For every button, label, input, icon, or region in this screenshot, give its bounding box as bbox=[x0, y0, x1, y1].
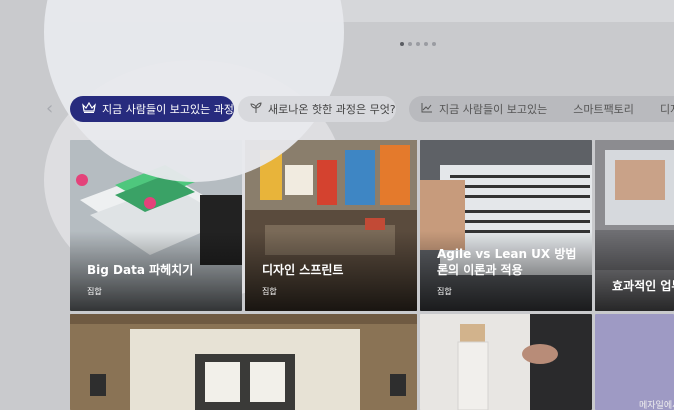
course-card-desk[interactable] bbox=[420, 314, 592, 410]
crown-icon bbox=[82, 101, 96, 116]
house-photo bbox=[70, 314, 417, 410]
card-title: 효과적인 업무 bbox=[612, 279, 674, 293]
card-gradient bbox=[595, 231, 674, 311]
card-partial-text: 메자일에서 bbox=[639, 401, 674, 410]
hero-banner[interactable] bbox=[70, 0, 674, 22]
carousel-dot[interactable] bbox=[400, 42, 404, 46]
carousel-dot[interactable] bbox=[432, 42, 436, 46]
tab-label[interactable]: 지금 사람들이 보고있는 bbox=[439, 101, 547, 117]
card-tag: 집합 bbox=[87, 287, 102, 296]
tab-trending-now[interactable]: 지금 사람들이 보고있는 과정 bbox=[70, 96, 234, 122]
carousel-dot[interactable] bbox=[408, 42, 412, 46]
desk-photo bbox=[420, 314, 592, 410]
carousel-dot[interactable] bbox=[424, 42, 428, 46]
card-tag: 집합 bbox=[262, 287, 277, 296]
course-card-big-data[interactable]: Big Data 파헤치기 집합 bbox=[70, 140, 242, 311]
prev-arrow-icon[interactable]: ‹ bbox=[46, 100, 58, 118]
carousel-indicator bbox=[400, 42, 436, 47]
tab-label: 새로나온 핫한 과정은 무엇? bbox=[268, 103, 396, 116]
course-card-house[interactable] bbox=[70, 314, 417, 410]
course-card-design-sprint[interactable]: 디자인 스프린트 집합 bbox=[245, 140, 417, 311]
card-title: 디자인 스프린트 bbox=[262, 263, 344, 277]
tab-smart-factory[interactable]: 스마트팩토리 bbox=[573, 101, 634, 117]
tab-digital[interactable]: 디지 bbox=[660, 101, 674, 117]
sprout-icon bbox=[250, 101, 262, 117]
tab-group-right: 지금 사람들이 보고있는 스마트팩토리 디지 bbox=[409, 96, 674, 122]
course-card-partial[interactable]: 메자일에서 bbox=[595, 314, 674, 410]
course-card-agile-lean-ux[interactable]: Agile vs Lean UX 방법론의 이론과 적용 집합 bbox=[420, 140, 592, 311]
card-title: Agile vs Lean UX 방법론의 이론과 적용 bbox=[437, 247, 577, 277]
card-tag: 집합 bbox=[437, 287, 452, 296]
trend-icon bbox=[421, 102, 433, 116]
tab-label: 지금 사람들이 보고있는 과정 bbox=[102, 103, 234, 116]
tab-new-hot[interactable]: 새로나온 핫한 과정은 무엇? bbox=[238, 96, 396, 122]
carousel-dot[interactable] bbox=[416, 42, 420, 46]
course-card-effective-work[interactable]: 효과적인 업무 bbox=[595, 140, 674, 311]
card-title: Big Data 파헤치기 bbox=[87, 263, 194, 277]
